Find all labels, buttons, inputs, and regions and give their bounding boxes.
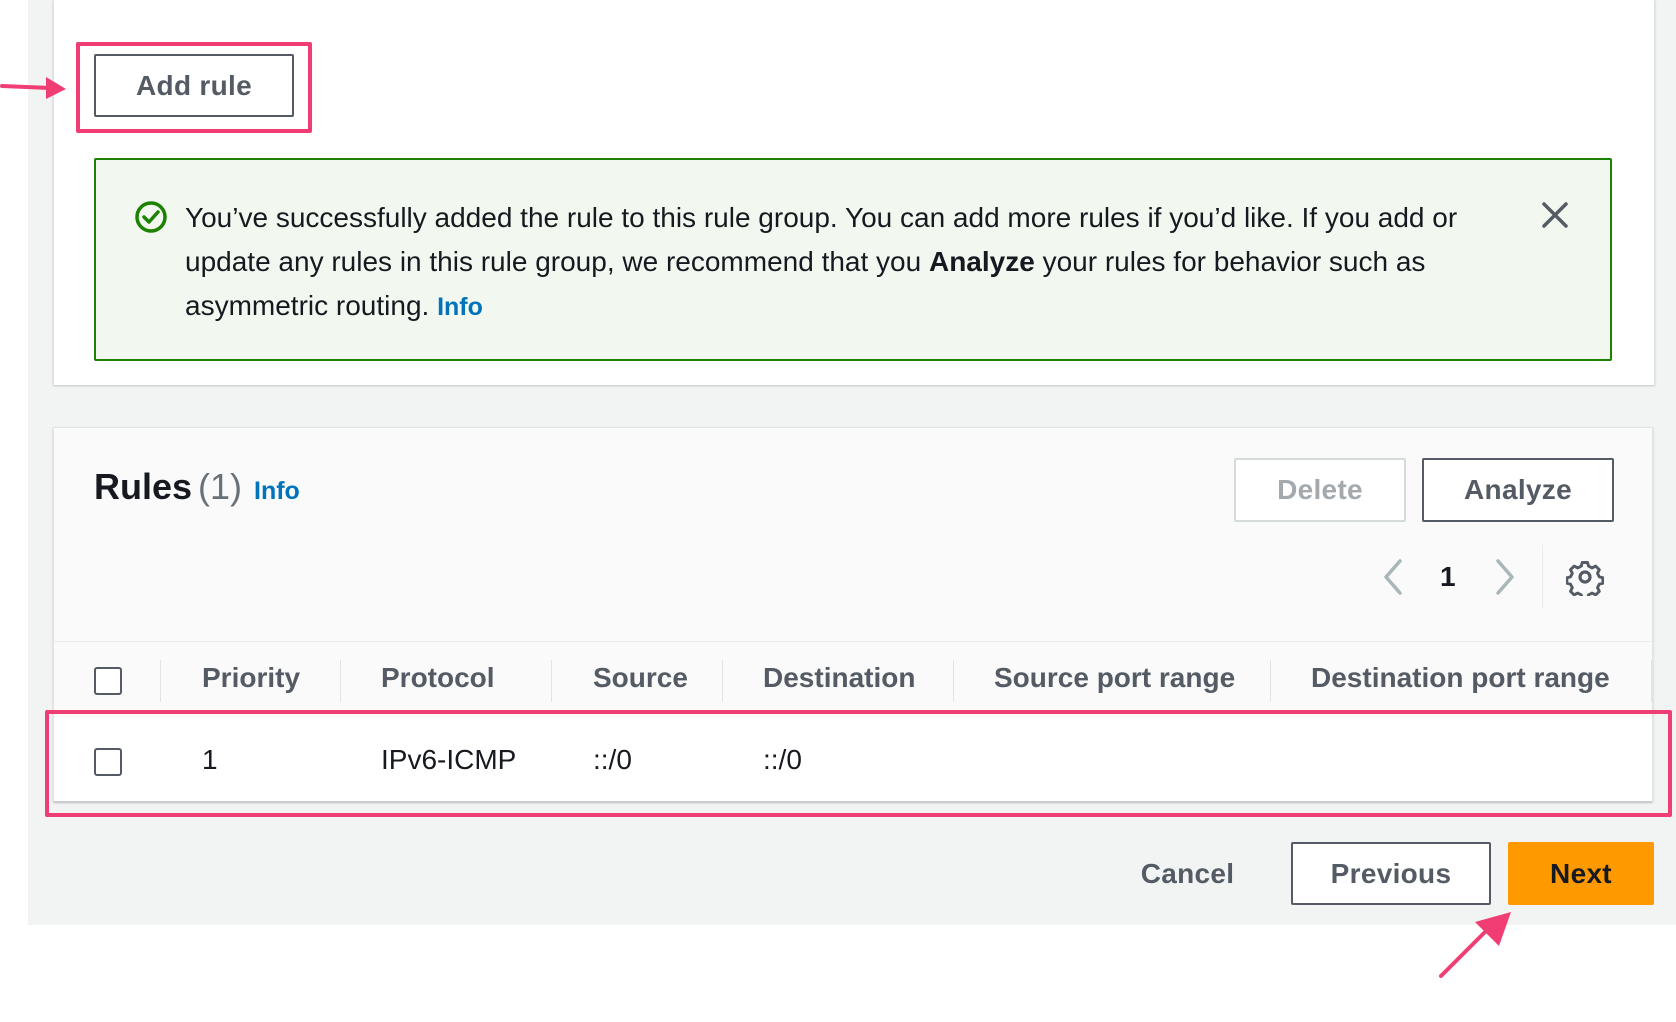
analyze-button[interactable]: Analyze bbox=[1422, 458, 1614, 522]
delete-button[interactable]: Delete bbox=[1234, 458, 1406, 522]
close-icon[interactable] bbox=[1538, 198, 1572, 232]
alert-info-link[interactable]: Info bbox=[437, 293, 483, 321]
column-divider bbox=[722, 660, 723, 702]
pagination-divider bbox=[1542, 545, 1543, 609]
chevron-left-icon[interactable] bbox=[1380, 555, 1406, 599]
column-header-priority[interactable]: Priority bbox=[202, 662, 300, 694]
column-divider bbox=[953, 660, 954, 702]
annotation-arrow-icon bbox=[0, 77, 66, 99]
column-divider bbox=[551, 660, 552, 702]
next-button[interactable]: Next bbox=[1508, 842, 1654, 905]
column-header-protocol[interactable]: Protocol bbox=[381, 662, 495, 694]
column-header-destination-port-range[interactable]: Destination port range bbox=[1311, 662, 1610, 694]
cancel-button[interactable]: Cancel bbox=[1135, 842, 1240, 905]
success-check-icon bbox=[135, 201, 167, 233]
rules-heading: Rules (1) bbox=[94, 466, 242, 508]
column-header-source-port-range[interactable]: Source port range bbox=[994, 662, 1235, 694]
column-header-source[interactable]: Source bbox=[593, 662, 688, 694]
rules-count: (1) bbox=[198, 466, 243, 507]
column-header-destination[interactable]: Destination bbox=[763, 662, 915, 694]
column-divider bbox=[160, 660, 161, 702]
annotation-arrow-icon bbox=[1439, 912, 1511, 978]
column-divider bbox=[340, 660, 341, 702]
chevron-right-icon[interactable] bbox=[1492, 555, 1518, 599]
previous-button[interactable]: Previous bbox=[1291, 842, 1491, 905]
rules-title: Rules bbox=[94, 466, 193, 507]
highlight-rule-row bbox=[45, 710, 1672, 817]
select-all-checkbox[interactable] bbox=[94, 667, 122, 695]
success-alert: You’ve successfully added the rule to th… bbox=[94, 158, 1612, 361]
column-divider bbox=[1651, 660, 1652, 702]
settings-gear-icon[interactable] bbox=[1566, 558, 1604, 596]
alert-message: You’ve successfully added the rule to th… bbox=[185, 196, 1485, 329]
alert-text-bold: Analyze bbox=[928, 246, 1035, 277]
highlight-add-rule bbox=[76, 42, 312, 133]
table-top-border bbox=[54, 641, 1652, 642]
rules-info-link[interactable]: Info bbox=[254, 477, 300, 506]
pagination-current-page[interactable]: 1 bbox=[1440, 561, 1456, 605]
column-divider bbox=[1270, 660, 1271, 702]
